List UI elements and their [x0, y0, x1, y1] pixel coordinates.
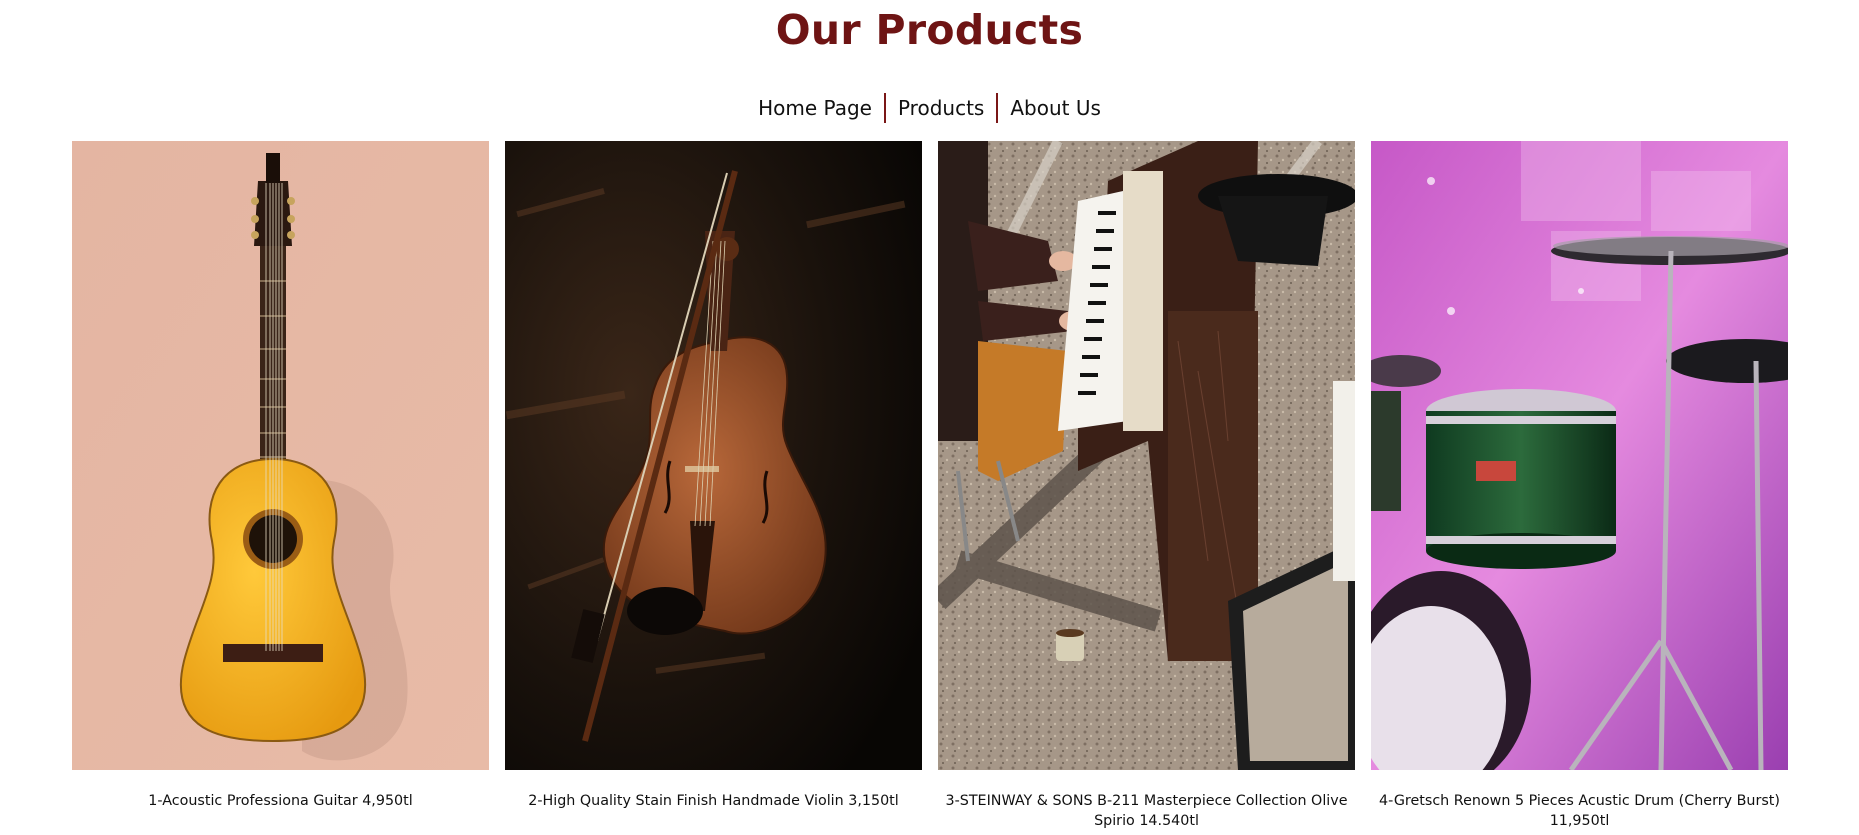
product-caption: 4-Gretsch Renown 5 Pieces Acustic Drum (…	[1379, 793, 1780, 829]
product-card-piano[interactable]: 3-STEINWAY & SONS B-211 Masterpiece Coll…	[938, 141, 1355, 831]
nav-about-us-link[interactable]: About Us	[998, 93, 1113, 123]
main-nav: Home Page Products About Us	[0, 93, 1859, 123]
acoustic-guitar-photo[interactable]	[72, 141, 489, 770]
product-grid: 1-Acoustic Professiona Guitar 4,950tl 2-…	[72, 141, 1790, 831]
product-card-drums[interactable]: 4-Gretsch Renown 5 Pieces Acustic Drum (…	[1371, 141, 1788, 831]
product-caption: 2-High Quality Stain Finish Handmade Vio…	[528, 793, 899, 809]
piano-photo[interactable]	[938, 141, 1355, 770]
product-card-violin[interactable]: 2-High Quality Stain Finish Handmade Vio…	[505, 141, 922, 831]
product-caption: 1-Acoustic Professiona Guitar 4,950tl	[148, 793, 413, 809]
page-title: Our Products	[775, 6, 1084, 54]
product-caption: 3-STEINWAY & SONS B-211 Masterpiece Coll…	[945, 793, 1348, 829]
violin-photo[interactable]	[505, 141, 922, 770]
nav-products-link[interactable]: Products	[886, 93, 996, 123]
product-card-guitar[interactable]: 1-Acoustic Professiona Guitar 4,950tl	[72, 141, 489, 831]
drum-kit-photo[interactable]	[1371, 141, 1788, 770]
nav-home-page-link[interactable]: Home Page	[746, 93, 884, 123]
